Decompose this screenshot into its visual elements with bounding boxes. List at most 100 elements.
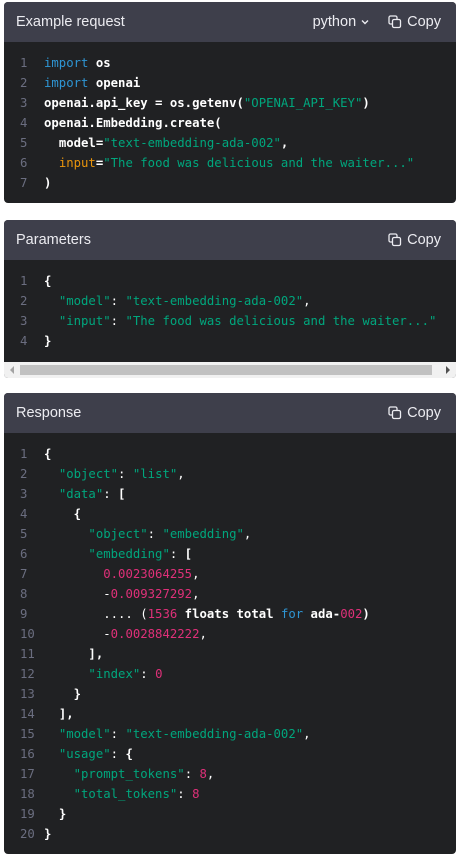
code-line: 9 .... (1536 floats total for ada-002) — [4, 604, 456, 624]
code-token: , — [199, 627, 207, 641]
code-token: ) — [44, 176, 52, 190]
scrollbar-thumb[interactable] — [20, 365, 432, 375]
code-line: 20} — [4, 824, 456, 844]
code-token: 002 — [340, 607, 363, 621]
code-token: ) — [362, 607, 370, 621]
line-number: 3 — [20, 314, 28, 328]
code-token: } — [44, 334, 52, 348]
code-line: 7 0.0023064255, — [4, 564, 456, 584]
code-token: [ — [118, 487, 126, 501]
code-content: } — [44, 331, 51, 351]
code-line: 1{ — [4, 271, 456, 291]
code-line: 13 } — [4, 684, 456, 704]
code-content: { — [44, 504, 81, 524]
example-request-actions: python Copy — [313, 14, 441, 30]
code-token: 8 — [199, 767, 207, 781]
chevron-down-icon — [360, 17, 370, 27]
copy-request-button[interactable]: Copy — [388, 14, 441, 30]
line-number: 20 — [20, 827, 35, 841]
code-line: 14 ], — [4, 704, 456, 724]
code-content: import openai — [44, 73, 140, 93]
response-title: Response — [16, 405, 82, 421]
code-token: , — [192, 587, 200, 601]
response-code: 1{2 "object": "list", 3 "data": [4 {5 "ob… — [4, 433, 456, 844]
code-token: : — [103, 487, 119, 501]
code-token: input — [58, 156, 96, 170]
code-token: : — [177, 787, 193, 801]
code-token: for — [280, 607, 304, 621]
line-number: 15 — [20, 727, 35, 741]
line-number: 5 — [20, 527, 28, 541]
code-content: "object": "embedding", — [44, 524, 251, 544]
code-token: "The food was delicious and the waiter..… — [125, 314, 437, 328]
code-content: 0.0023064255, — [44, 564, 199, 584]
parameters-panel: Parameters Copy 1{2 "model": "text-embed… — [4, 220, 456, 378]
code-token: 1536 — [147, 607, 178, 621]
parameters-header: Parameters Copy — [4, 220, 456, 260]
code-content: { — [44, 444, 51, 464]
code-token: { — [73, 507, 82, 521]
code-content: -0.009327292, — [44, 584, 199, 604]
code-content: "input": "The food was delicious and the… — [44, 311, 437, 331]
code-token: : — [118, 467, 133, 481]
line-number: 1 — [20, 56, 28, 70]
line-number: 6 — [20, 156, 28, 170]
code-token: : — [110, 314, 126, 328]
code-token: { — [44, 274, 52, 288]
code-content: .... (1536 floats total for ada-002) — [44, 604, 370, 624]
code-content: model="text-embedding-ada-002", — [44, 133, 289, 153]
code-token: 0 — [155, 667, 163, 681]
code-line: 3 openai.api_key = os.getenv("OPENAI_API_… — [4, 93, 456, 113]
copy-icon — [388, 15, 402, 29]
horizontal-scrollbar[interactable] — [4, 362, 456, 378]
language-select[interactable]: python — [313, 14, 371, 30]
code-token: 0.0028842222 — [110, 627, 200, 641]
code-token: floats total — [177, 607, 281, 621]
code-token: { — [125, 747, 133, 761]
line-number: 12 — [20, 667, 35, 681]
code-content: } — [44, 824, 51, 844]
line-number: 7 — [20, 567, 28, 581]
arrow-left-icon[interactable] — [4, 362, 20, 378]
code-token: : — [147, 527, 163, 541]
copy-response-button[interactable]: Copy — [388, 405, 441, 421]
example-request-title: Example request — [16, 14, 125, 30]
code-token: "total_tokens" — [73, 787, 178, 801]
request-code: 1 import os 2 import openai 3 openai.api_key … — [4, 42, 456, 193]
line-number: 10 — [20, 627, 35, 641]
code-line: 10 -0.0028842222, — [4, 624, 456, 644]
line-number: 1 — [20, 274, 28, 288]
code-token: import — [44, 56, 96, 70]
response-header: Response Copy — [4, 393, 456, 433]
code-token: "embedding" — [162, 527, 244, 541]
code-token: "OPENAI_API_KEY" — [243, 96, 363, 110]
arrow-right-icon[interactable] — [440, 362, 456, 378]
code-token: : — [169, 547, 185, 561]
code-line: 7) — [4, 173, 456, 193]
code-token: "list" — [132, 467, 178, 481]
code-token: os — [95, 56, 111, 70]
code-token: , — [192, 567, 200, 581]
code-line: 2 import openai — [4, 73, 456, 93]
code-content: "usage": { — [44, 744, 133, 764]
copy-icon — [388, 406, 402, 420]
line-number: 4 — [20, 116, 28, 130]
code-content: "model": "text-embedding-ada-002", — [44, 724, 311, 744]
code-token: ], — [88, 647, 104, 661]
code-line: 2 "object": "list", — [4, 464, 456, 484]
code-content: "embedding": [ — [44, 544, 192, 564]
code-line: 3 "data": [ — [4, 484, 456, 504]
copy-parameters-button[interactable]: Copy — [388, 232, 441, 248]
code-token: ], — [58, 707, 74, 721]
scrollbar-track[interactable] — [20, 362, 440, 378]
code-token: , — [303, 727, 311, 741]
code-line: 11 ], — [4, 644, 456, 664]
code-token: "index" — [88, 667, 141, 681]
